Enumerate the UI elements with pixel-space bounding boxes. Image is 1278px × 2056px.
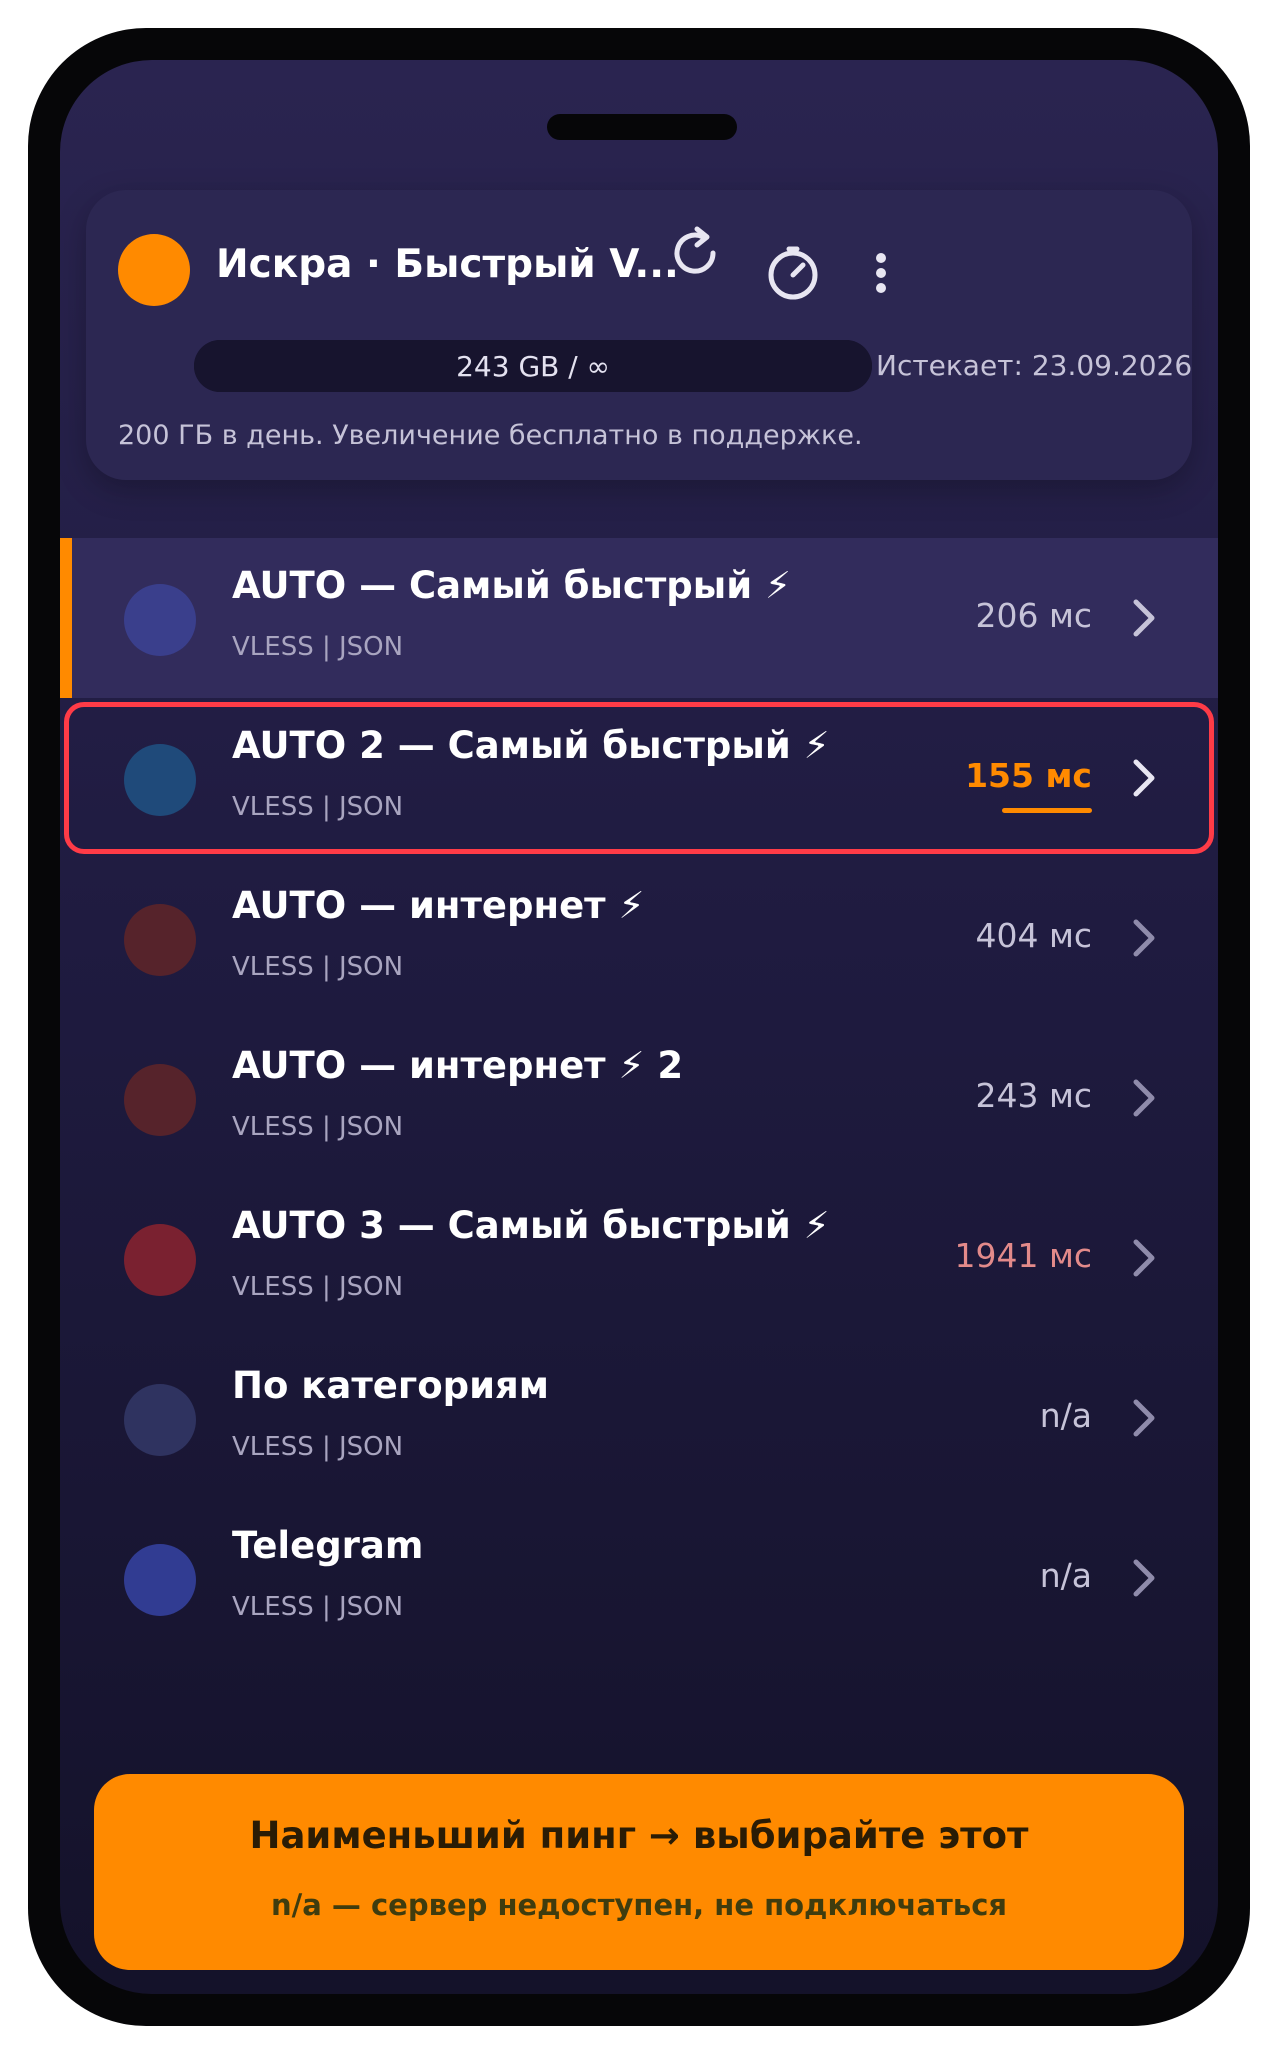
server-ping: 404 мс — [975, 916, 1092, 955]
server-name: AUTO 3 — Самый быстрый ⚡ — [232, 1204, 830, 1247]
notch — [547, 114, 737, 140]
active-indicator — [60, 538, 72, 698]
server-ping: 1941 мс — [954, 1236, 1092, 1275]
server-protocol: VLESS | JSON — [232, 1272, 404, 1302]
server-protocol: VLESS | JSON — [232, 632, 404, 662]
app-screen: Искра · Быстрый V... 243 GB / ∞ Истекает… — [60, 60, 1218, 1994]
subscription-card: Искра · Быстрый V... 243 GB / ∞ Истекает… — [86, 190, 1192, 480]
banner-title: Наименьший пинг → выбирайте этот — [249, 1814, 1029, 1857]
server-ping: 243 мс — [975, 1076, 1092, 1115]
server-name: Telegram — [232, 1524, 424, 1567]
page-title: Искра · Быстрый V... — [216, 242, 679, 287]
refresh-icon — [674, 226, 716, 274]
server-flag-icon — [124, 1544, 196, 1616]
chevron-right-icon — [1133, 759, 1155, 797]
traffic-progress: 243 GB / ∞ — [194, 340, 872, 392]
server-flag-icon — [124, 744, 196, 816]
server-ping: n/a — [1039, 1396, 1092, 1435]
server-row[interactable]: Telegram VLESS | JSON n/a — [60, 1498, 1218, 1658]
server-name: AUTO 2 — Самый быстрый ⚡ — [232, 724, 830, 767]
server-protocol: VLESS | JSON — [232, 792, 404, 822]
server-protocol: VLESS | JSON — [232, 1592, 404, 1622]
chevron-right-icon — [1133, 1079, 1155, 1117]
server-flag-icon — [124, 1224, 196, 1296]
traffic-usage: 243 GB / ∞ — [456, 349, 610, 383]
server-protocol: VLESS | JSON — [232, 952, 404, 982]
server-name: По категориям — [232, 1364, 550, 1407]
phone-frame: Искра · Быстрый V... 243 GB / ∞ Истекает… — [28, 28, 1250, 2026]
server-ping-best: 155 мс — [965, 756, 1092, 795]
best-ping-underline — [1002, 808, 1092, 813]
server-row[interactable]: AUTO 2 — Самый быстрый ⚡ VLESS | JSON 15… — [60, 698, 1218, 858]
server-ping: 206 мс — [975, 596, 1092, 635]
chevron-right-icon — [1133, 1399, 1155, 1437]
chevron-right-icon — [1133, 1239, 1155, 1277]
server-name: AUTO — Самый быстрый ⚡ — [232, 564, 792, 607]
more-vertical-icon — [876, 253, 886, 293]
server-row[interactable]: По категориям VLESS | JSON n/a — [60, 1338, 1218, 1498]
menu-button[interactable] — [858, 238, 904, 308]
expiry-date: Истекает: 23.09.2026 — [876, 349, 1193, 382]
server-flag-icon — [124, 904, 196, 976]
avatar — [118, 234, 190, 306]
server-protocol: VLESS | JSON — [232, 1432, 404, 1462]
server-flag-icon — [124, 1384, 196, 1456]
server-row[interactable]: AUTO 3 — Самый быстрый ⚡ VLESS | JSON 19… — [60, 1178, 1218, 1338]
server-name: AUTO — интернет ⚡ — [232, 884, 645, 927]
speedtest-button[interactable] — [758, 238, 828, 308]
chevron-right-icon — [1133, 599, 1155, 637]
server-protocol: VLESS | JSON — [232, 1112, 404, 1142]
server-ping: n/a — [1039, 1556, 1092, 1595]
server-row[interactable]: AUTO — Самый быстрый ⚡ VLESS | JSON 206 … — [60, 538, 1218, 698]
chevron-right-icon — [1133, 919, 1155, 957]
server-row[interactable]: AUTO — интернет ⚡ VLESS | JSON 404 мс — [60, 858, 1218, 1018]
chevron-right-icon — [1133, 1559, 1155, 1597]
banner-subtitle: n/a — сервер недоступен, не подключаться — [270, 1888, 1008, 1922]
server-name: AUTO — интернет ⚡ 2 — [232, 1044, 684, 1087]
speedometer-icon — [768, 246, 818, 300]
server-row[interactable]: AUTO — интернет ⚡ 2 VLESS | JSON 243 мс — [60, 1018, 1218, 1178]
refresh-button[interactable] — [660, 218, 730, 288]
server-flag-icon — [124, 584, 196, 656]
ping-hint-banner: Наименьший пинг → выбирайте этот n/a — с… — [94, 1774, 1184, 1970]
traffic-note: 200 ГБ в день. Увеличение бесплатно в по… — [118, 420, 863, 451]
server-flag-icon — [124, 1064, 196, 1136]
